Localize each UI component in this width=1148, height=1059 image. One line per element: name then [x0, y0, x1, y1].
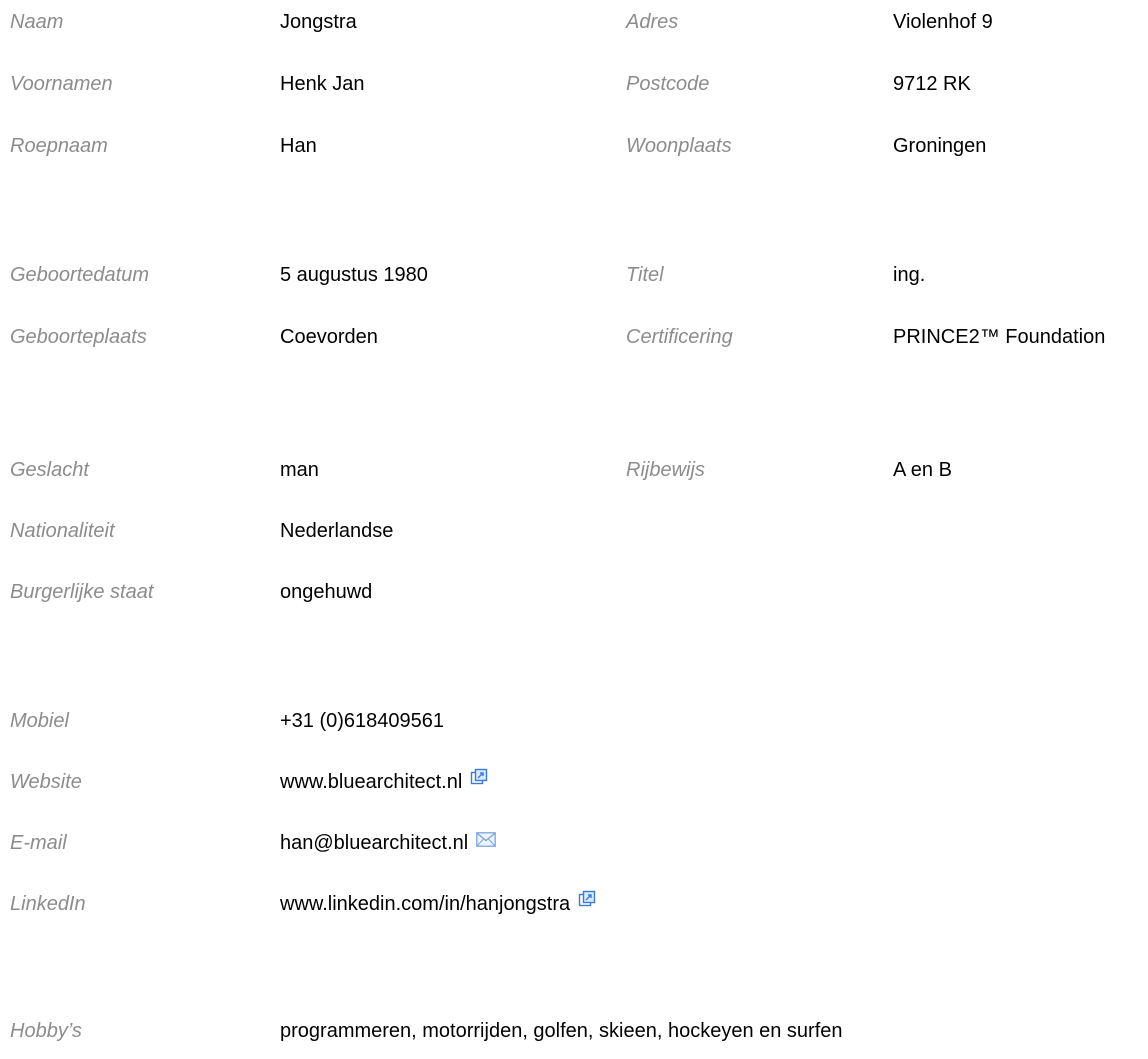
website-label: Website — [10, 771, 82, 793]
hobbies-value: programmeren, motorrijden, golfen, skiee… — [280, 1020, 843, 1042]
geboorteplaats-label: Geboorteplaats — [10, 326, 147, 348]
email-link[interactable]: han@bluearchitect.nl — [280, 832, 468, 854]
adres-label: Adres — [626, 11, 679, 33]
nationaliteit-label: Nationaliteit — [10, 520, 115, 542]
certificering-label: Certificering — [626, 326, 733, 348]
nationaliteit-value: Nederlandse — [280, 520, 394, 542]
voornamen-label: Voornamen — [10, 73, 113, 95]
woonplaats-label: Woonplaats — [626, 135, 732, 157]
geslacht-label: Geslacht — [10, 459, 89, 481]
roepnaam-label: Roepnaam — [10, 135, 108, 157]
hobbies-label: Hobby’s — [10, 1020, 82, 1042]
naam-label: Naam — [10, 11, 64, 33]
voornamen-value: Henk Jan — [280, 73, 365, 95]
postcode-label: Postcode — [626, 73, 710, 95]
rijbewijs-label: Rijbewijs — [626, 459, 705, 481]
linkedin-label: LinkedIn — [10, 893, 86, 915]
titel-label: Titel — [626, 264, 664, 286]
envelope-icon[interactable] — [476, 826, 497, 856]
titel-value: ing. — [893, 264, 926, 286]
geboortedatum-label: Geboortedatum — [10, 264, 149, 286]
geboorteplaats-value: Coevorden — [280, 326, 378, 348]
burgerlijke-staat-label: Burgerlijke staat — [10, 581, 154, 603]
naam-value: Jongstra — [280, 11, 357, 33]
website-link[interactable]: www.bluearchitect.nl — [280, 771, 462, 793]
certificering-value: PRINCE2™ Foundation — [893, 326, 1106, 348]
external-link-icon[interactable] — [470, 765, 488, 795]
mobiel-value: +31 (0)618409561 — [280, 710, 445, 732]
geslacht-value: man — [280, 459, 319, 481]
rijbewijs-value: A en B — [893, 459, 952, 481]
email-link-wrap: han@bluearchitect.nl — [280, 826, 497, 859]
website-link-wrap: www.bluearchitect.nl — [280, 767, 488, 798]
email-label: E-mail — [10, 832, 67, 854]
mobiel-label: Mobiel — [10, 710, 69, 732]
linkedin-link-wrap: www.linkedin.com/in/hanjongstra — [280, 889, 596, 920]
burgerlijke-staat-value: ongehuwd — [280, 581, 373, 603]
woonplaats-value: Groningen — [893, 135, 987, 157]
adres-value: Violenhof 9 — [893, 11, 993, 33]
roepnaam-value: Han — [280, 135, 317, 157]
linkedin-link[interactable]: www.linkedin.com/in/hanjongstra — [280, 893, 570, 915]
external-link-icon[interactable] — [578, 887, 596, 917]
postcode-value: 9712 RK — [893, 73, 971, 95]
geboortedatum-value: 5 augustus 1980 — [280, 264, 428, 286]
